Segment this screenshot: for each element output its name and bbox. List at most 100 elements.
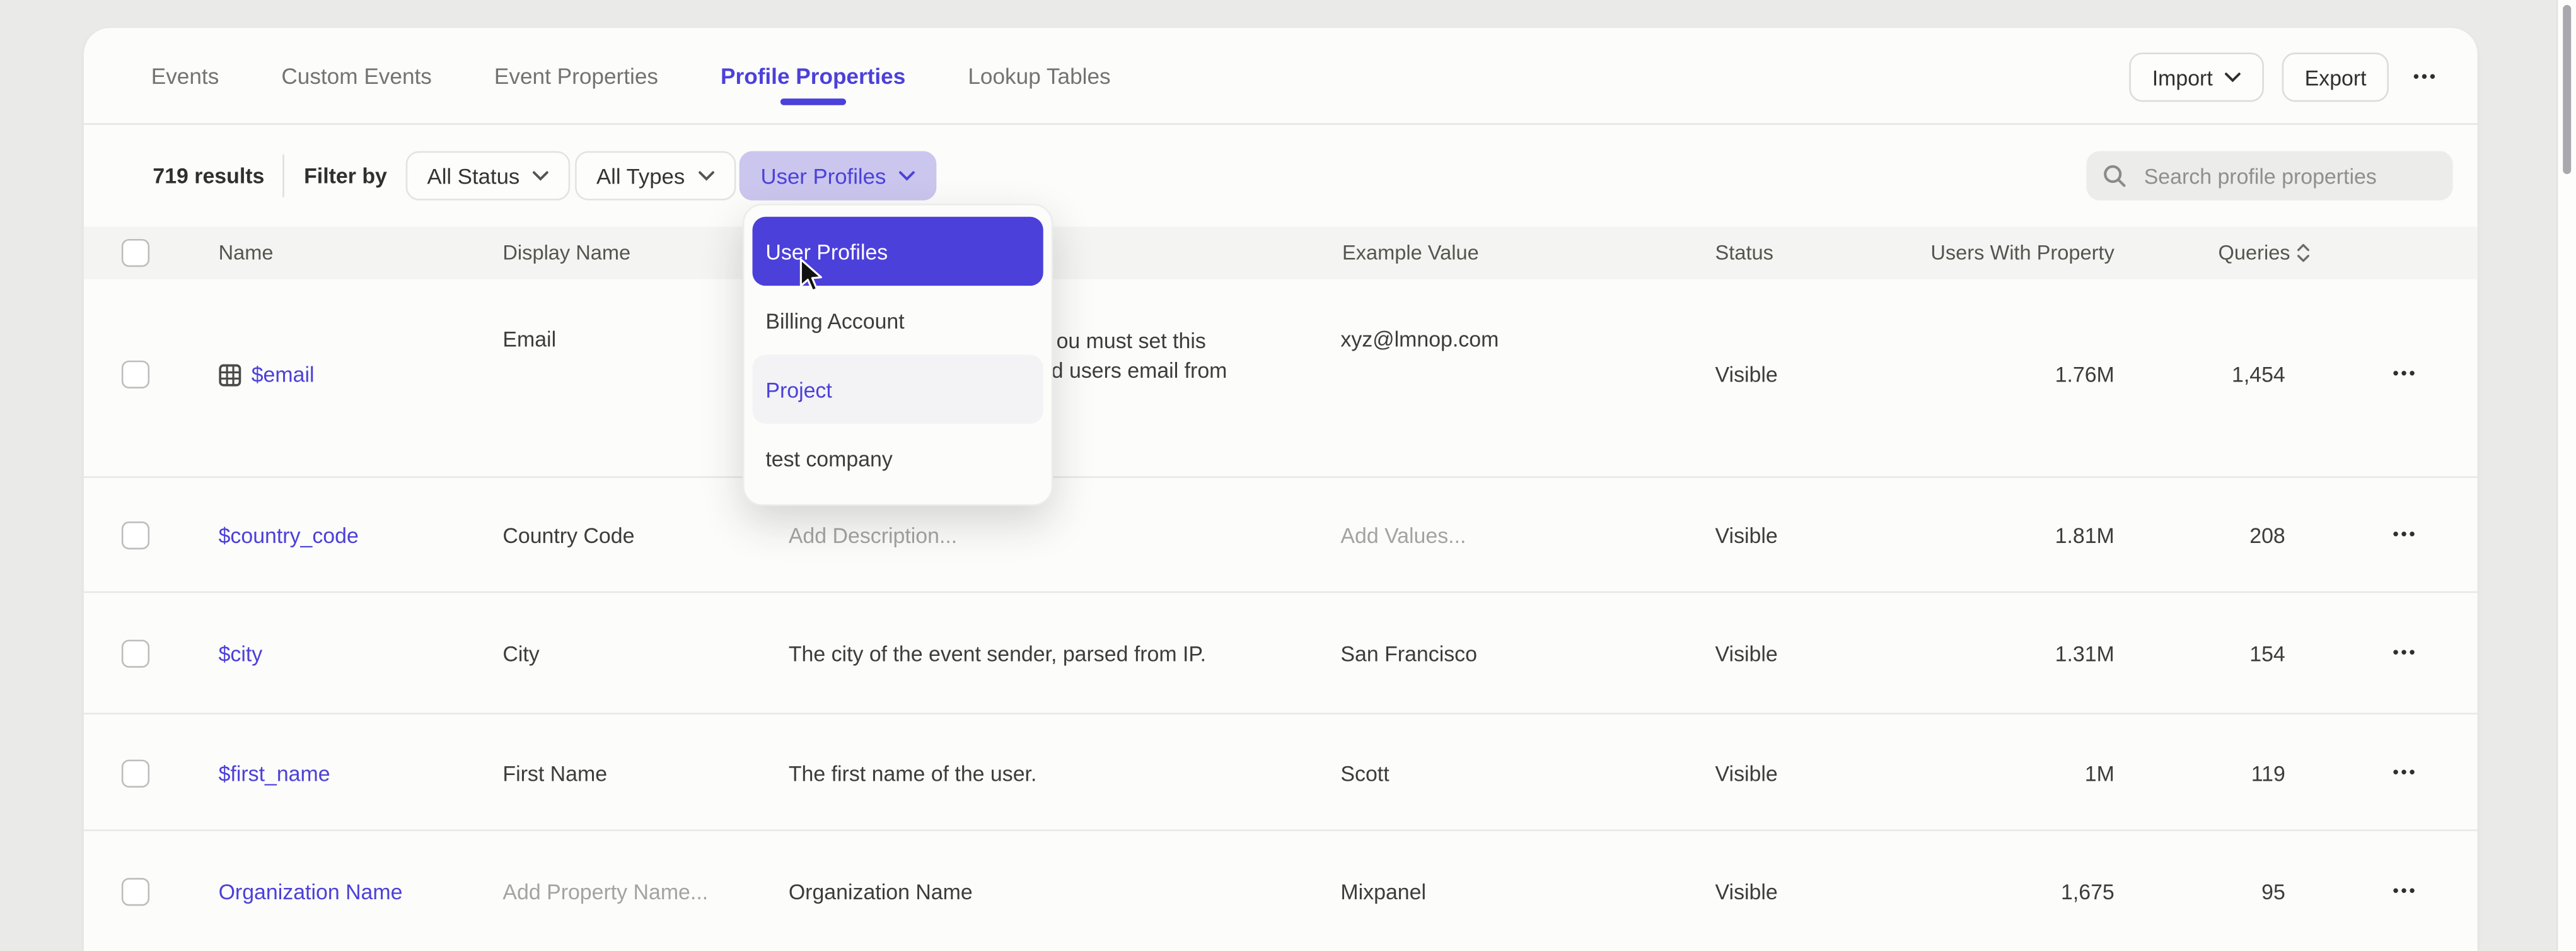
- status-filter-label: All Status: [427, 163, 520, 188]
- column-header-name: Name: [219, 242, 274, 264]
- chevron-down-icon: [698, 171, 714, 181]
- tab-event-properties[interactable]: Event Properties: [494, 28, 658, 123]
- entity-filter-chip[interactable]: User Profiles: [740, 151, 937, 201]
- users-with-property-cell: 1.31M: [2055, 641, 2115, 666]
- column-header-status: Status: [1715, 242, 1773, 264]
- table-row: $city City The city of the event sender,…: [84, 592, 2478, 715]
- status-filter-chip[interactable]: All Status: [406, 151, 571, 201]
- tab-lookup-tables[interactable]: Lookup Tables: [968, 28, 1110, 123]
- row-more-options-icon[interactable]: •••: [2381, 527, 2430, 545]
- users-with-property-cell: 1.76M: [2055, 362, 2115, 387]
- chevron-down-icon: [533, 171, 549, 181]
- row-checkbox[interactable]: [122, 759, 149, 786]
- example-value-placeholder[interactable]: Add Values...: [1340, 523, 1466, 548]
- users-with-property-cell: 1.81M: [2055, 523, 2115, 548]
- property-name-link[interactable]: $city: [219, 641, 263, 666]
- column-header-queries-label: Queries: [2219, 242, 2290, 264]
- table-header-row: Name Display Name Example Value Status U…: [84, 226, 2478, 279]
- property-name-link[interactable]: $email: [252, 362, 315, 387]
- scrollbar-thumb[interactable]: [2563, 5, 2571, 174]
- search-icon: [2101, 163, 2128, 189]
- sort-icon: [2297, 243, 2310, 262]
- example-value-cell: Mixpanel: [1340, 880, 1426, 904]
- queries-cell: 154: [2249, 641, 2285, 666]
- queries-cell: 119: [2251, 761, 2285, 785]
- tab-label: Lookup Tables: [968, 63, 1110, 88]
- results-count[interactable]: 719 results: [153, 163, 264, 188]
- row-checkbox[interactable]: [122, 522, 149, 549]
- tab-profile-properties[interactable]: Profile Properties: [721, 28, 905, 123]
- row-checkbox[interactable]: [122, 639, 149, 667]
- tab-custom-events[interactable]: Custom Events: [281, 28, 432, 123]
- row-more-options-icon[interactable]: •••: [2381, 883, 2430, 901]
- column-header-display-name: Display Name: [502, 242, 630, 264]
- content-card: Events Custom Events Event Properties Pr…: [84, 28, 2478, 951]
- type-filter-chip[interactable]: All Types: [575, 151, 736, 201]
- display-name-placeholder[interactable]: Add Property Name...: [502, 880, 708, 904]
- row-more-options-icon[interactable]: •••: [2381, 645, 2430, 663]
- export-button[interactable]: Export: [2282, 52, 2389, 102]
- chevron-down-icon: [2224, 73, 2241, 83]
- tab-events[interactable]: Events: [151, 28, 219, 123]
- table-row: $country_code Country Code Add Descripti…: [84, 476, 2478, 593]
- status-cell[interactable]: Visible: [1715, 761, 1778, 785]
- table-row: Organization Name Add Property Name... O…: [84, 829, 2478, 951]
- mouse-cursor-icon: [798, 258, 826, 294]
- row-more-options-icon[interactable]: •••: [2381, 764, 2430, 782]
- dropdown-item-user-profiles[interactable]: User Profiles: [753, 217, 1043, 286]
- dropdown-item-test-company[interactable]: test company: [753, 424, 1043, 493]
- example-value-cell: Scott: [1340, 761, 1389, 785]
- chevron-down-icon: [899, 171, 915, 181]
- status-cell[interactable]: Visible: [1715, 362, 1778, 387]
- search-input[interactable]: [2140, 162, 2426, 190]
- property-name-cell: $country_code: [219, 523, 359, 548]
- status-cell[interactable]: Visible: [1715, 641, 1778, 666]
- display-name-cell[interactable]: Country Code: [502, 523, 634, 548]
- users-with-property-cell: 1M: [2085, 761, 2115, 785]
- property-name-link[interactable]: $first_name: [219, 761, 330, 785]
- column-header-example-value: Example Value: [1342, 242, 1479, 264]
- description-placeholder[interactable]: Add Description...: [789, 523, 957, 548]
- display-name-cell[interactable]: City: [502, 641, 539, 666]
- import-button[interactable]: Import: [2129, 52, 2263, 102]
- property-name-link[interactable]: Organization Name: [219, 880, 403, 904]
- example-value-cell: San Francisco: [1340, 641, 1477, 666]
- queries-cell: 1,454: [2232, 362, 2285, 387]
- dropdown-item-billing-account[interactable]: Billing Account: [753, 286, 1043, 354]
- column-header-users-with-property: Users With Property: [1930, 242, 2114, 264]
- lookup-table-icon: [219, 363, 241, 386]
- column-header-queries[interactable]: Queries: [2219, 242, 2310, 264]
- row-checkbox[interactable]: [122, 361, 149, 388]
- table-row: $first_name First Name The first name of…: [84, 713, 2478, 831]
- tab-label: Events: [151, 63, 219, 88]
- status-cell[interactable]: Visible: [1715, 523, 1778, 548]
- status-cell[interactable]: Visible: [1715, 880, 1778, 904]
- description-cell[interactable]: The city of the event sender, parsed fro…: [789, 641, 1206, 666]
- property-name-cell: $email: [219, 362, 315, 387]
- display-name-cell[interactable]: First Name: [502, 761, 607, 785]
- filter-bar: 719 results Filter by All Status All Typ…: [84, 125, 2478, 226]
- tab-label: Custom Events: [281, 63, 432, 88]
- select-all-checkbox[interactable]: [122, 239, 149, 267]
- property-name-cell: $city: [219, 641, 263, 666]
- example-value-cell: xyz@lmnop.com: [1340, 327, 1499, 351]
- row-checkbox[interactable]: [122, 878, 149, 906]
- search-box: [2086, 151, 2452, 201]
- profile-properties-page: Events Custom Events Event Properties Pr…: [0, 0, 2576, 951]
- property-name-cell: $first_name: [219, 761, 330, 785]
- property-name-link[interactable]: $country_code: [219, 523, 359, 548]
- description-cell[interactable]: The first name of the user.: [789, 761, 1037, 785]
- dropdown-item-project[interactable]: Project: [753, 355, 1043, 424]
- queries-cell: 208: [2249, 523, 2285, 548]
- property-name-cell: Organization Name: [219, 880, 403, 904]
- tab-label: Profile Properties: [721, 63, 905, 88]
- description-text-fragment: d users email from: [1052, 358, 1227, 383]
- queries-cell: 95: [2261, 880, 2285, 904]
- type-filter-label: All Types: [596, 163, 685, 188]
- more-options-icon[interactable]: •••: [2408, 68, 2444, 86]
- display-name-cell[interactable]: Email: [502, 327, 556, 351]
- description-cell[interactable]: Organization Name: [789, 880, 973, 904]
- row-more-options-icon[interactable]: •••: [2381, 366, 2430, 384]
- entity-filter-label: User Profiles: [761, 163, 886, 188]
- scrollbar-track[interactable]: [2556, 0, 2576, 951]
